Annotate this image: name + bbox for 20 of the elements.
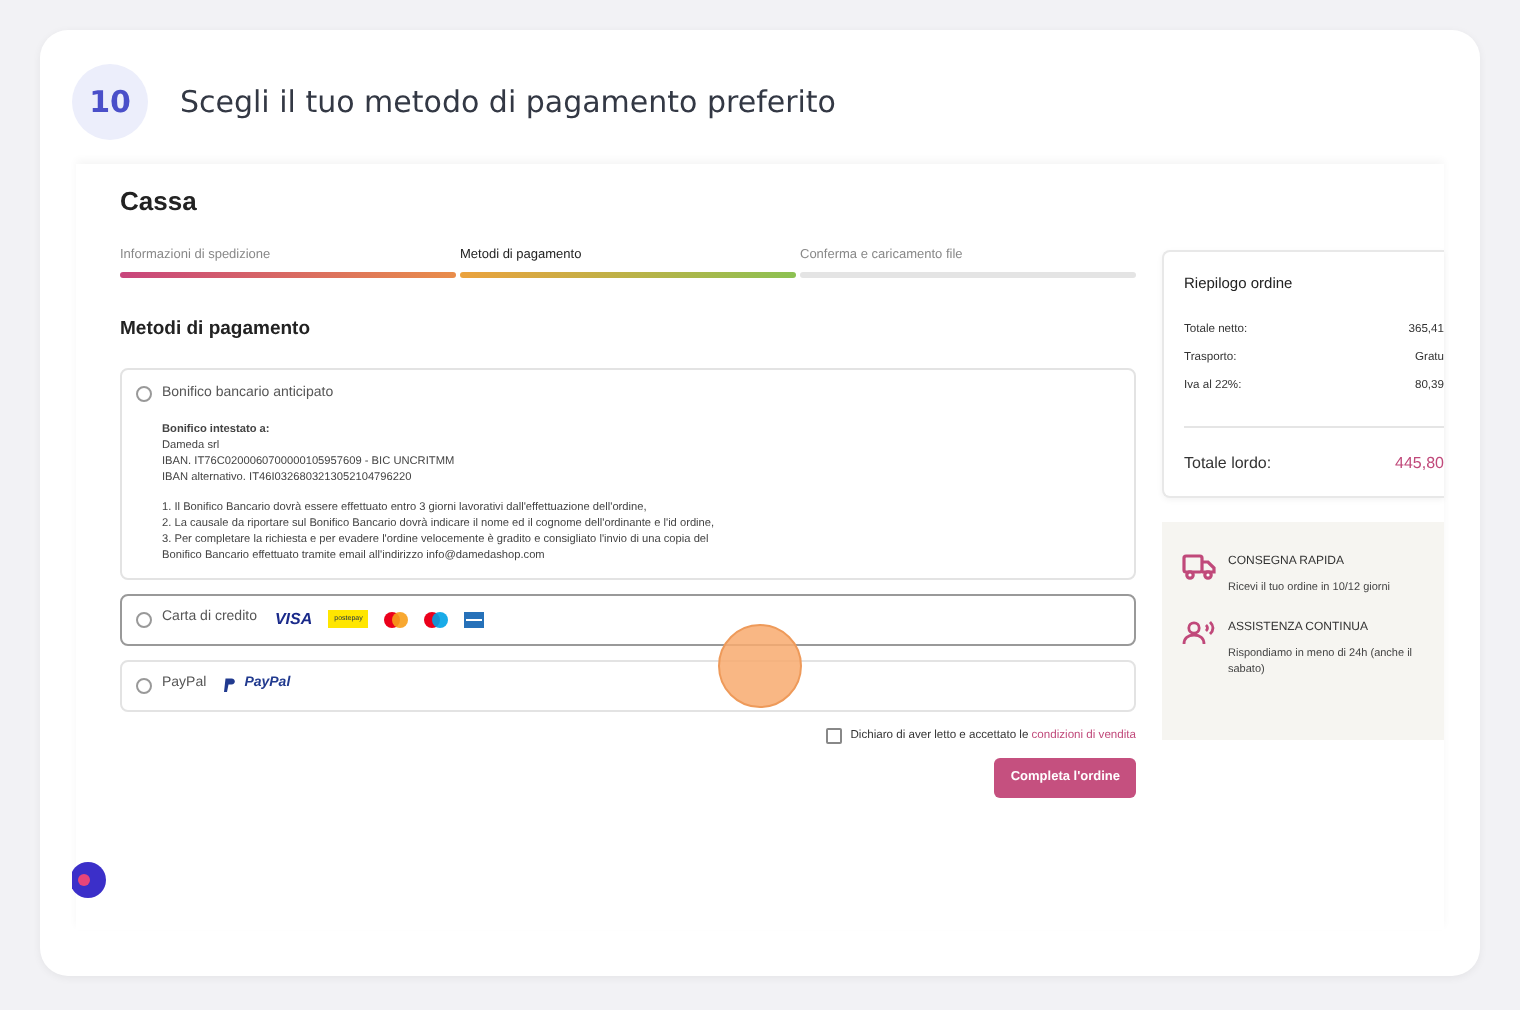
payment-option[interactable] <box>120 368 1136 579</box>
radio-button[interactable] <box>136 386 152 402</box>
step-title: Scegli il tuo metodo di pagamento preferito <box>180 81 836 124</box>
support-person-icon <box>1182 619 1216 646</box>
maestro-logo <box>424 611 449 627</box>
chat-icon[interactable] <box>72 858 108 902</box>
step-number: 10 <box>72 64 148 140</box>
paypal-icon <box>224 677 237 693</box>
click-marker <box>718 624 802 708</box>
page-title: Cassa <box>120 184 199 220</box>
radio-button[interactable] <box>136 611 152 627</box>
visa-logo: VISA <box>274 607 313 631</box>
section-title: Metodi di pagamento <box>120 315 312 344</box>
total-value: 445,80 <box>1395 452 1444 477</box>
mastercard-logo <box>384 611 409 627</box>
total-label: Totale lordo: <box>1184 452 1272 477</box>
truck-icon <box>1182 554 1216 581</box>
radio-button[interactable] <box>136 677 152 693</box>
amex-logo <box>464 611 485 627</box>
terms-checkbox[interactable] <box>826 727 843 744</box>
